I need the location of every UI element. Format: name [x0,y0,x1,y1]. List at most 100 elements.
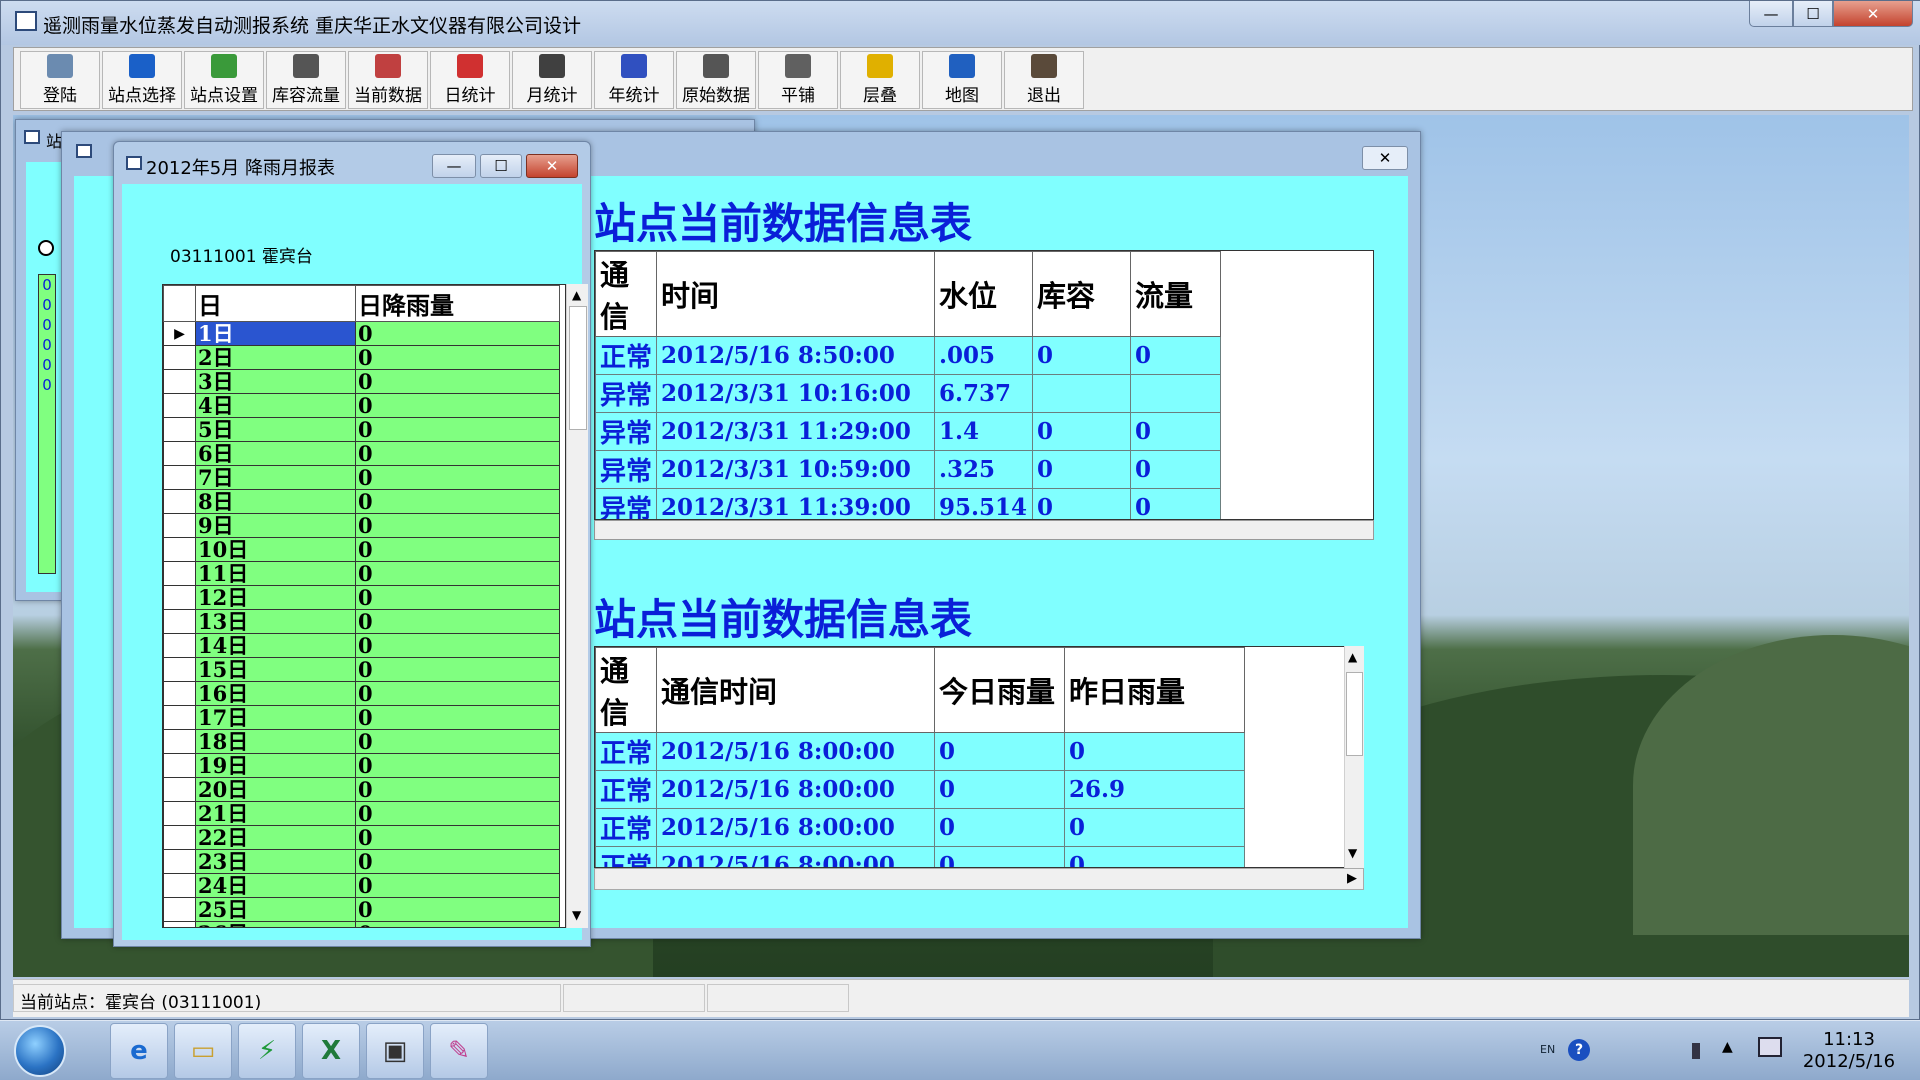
row-indicator[interactable] [163,417,196,442]
column-header[interactable]: 通信时间 [656,647,936,733]
row-indicator[interactable] [163,753,196,778]
row-indicator[interactable] [163,513,196,538]
taskbar-app[interactable]: ▭ [174,1023,232,1079]
usb-icon[interactable] [1692,1043,1700,1059]
table-row[interactable]: 15日 0 [163,657,560,682]
row-indicator[interactable] [163,825,196,850]
start-button[interactable] [14,1025,66,1077]
table-row[interactable]: 异常 2012/3/31 11:29:00 1.4 0 0 [595,412,1222,451]
toolbar-button-5[interactable]: 日统计 [430,51,510,109]
current-row-arrow-icon[interactable]: ▶ [163,321,196,346]
row-indicator[interactable] [163,609,196,634]
scroll-up-arrow-icon[interactable]: ▲ [572,288,581,302]
horizontal-scrollbar[interactable]: ▶ [594,868,1364,890]
row-indicator[interactable] [163,465,196,490]
table-row[interactable]: 正常 2012/5/16 8:50:00.005 0 0 [595,336,1222,375]
scroll-down-arrow-icon[interactable]: ▼ [572,908,581,922]
table-row[interactable]: 7日 0 [163,465,560,490]
clock[interactable]: 11:13 2012/5/16 [1784,1029,1914,1073]
table-row[interactable]: 8日 0 [163,489,560,514]
radio-button[interactable] [38,240,54,256]
table-row[interactable]: 正常 2012/5/16 8:00:00 0 26.9 [595,770,1246,809]
row-indicator[interactable] [163,777,196,802]
column-header[interactable]: 昨日雨量 [1064,647,1246,733]
row-indicator[interactable] [163,393,196,418]
row-indicator[interactable] [163,657,196,682]
row-indicator[interactable] [163,561,196,586]
toolbar-button-9[interactable]: 平铺 [758,51,838,109]
table-row[interactable]: 4日 0 [163,393,560,418]
daily-rainfall-table[interactable]: 日日降雨量 ▶ 1日 0 2日 0 3日 0 4日 0 5日 0 6日 0 7日 0 8日 0 9日 0 10日 0 11日… [162,284,566,928]
row-indicator[interactable] [163,897,196,922]
minimize-button[interactable]: — [1749,1,1793,27]
table-row[interactable]: 12日 0 [163,585,560,610]
table-row[interactable]: 11日 0 [163,561,560,586]
toolbar-button-11[interactable]: 地图 [922,51,1002,109]
table-row[interactable]: 19日 0 [163,753,560,778]
column-header[interactable]: 通信 [595,647,658,733]
toolbar-button-1[interactable]: 站点选择 [102,51,182,109]
row-indicator[interactable] [163,729,196,754]
table-row[interactable]: 9日 0 [163,513,560,538]
row-indicator[interactable] [163,921,196,927]
taskbar-app[interactable]: ✎ [430,1023,488,1079]
column-header[interactable]: 水位 [934,251,1034,337]
row-indicator[interactable] [163,537,196,562]
help-icon[interactable]: ? [1568,1039,1590,1061]
row-indicator[interactable] [163,369,196,394]
toolbar-button-2[interactable]: 站点设置 [184,51,264,109]
row-indicator[interactable] [163,681,196,706]
table-row[interactable]: 23日 0 [163,849,560,874]
taskbar-app[interactable]: ⚡ [238,1023,296,1079]
table-row[interactable]: 6日 0 [163,441,560,466]
column-header[interactable]: 库容 [1032,251,1132,337]
taskbar-app[interactable]: X [302,1023,360,1079]
table-row[interactable]: 14日 0 [163,633,560,658]
table-row[interactable]: 正常 2012/5/16 8:00:00 0 0 [595,732,1246,771]
toolbar-button-12[interactable]: 退出 [1004,51,1084,109]
row-indicator[interactable] [163,873,196,898]
table-row[interactable]: 16日 0 [163,681,560,706]
table-row[interactable]: 25日 0 [163,897,560,922]
language-indicator[interactable]: EN [1540,1043,1555,1056]
taskbar-app[interactable]: e [110,1023,168,1079]
close-button[interactable]: ✕ [526,154,578,178]
row-indicator[interactable] [163,633,196,658]
table-row[interactable]: 26日0 [163,921,560,927]
vertical-scrollbar[interactable]: ▲ ▼ [566,284,588,928]
table-row[interactable]: 13日 0 [163,609,560,634]
column-header[interactable]: 今日雨量 [934,647,1066,733]
table-row[interactable]: 正常 2012/5/16 8:00:00 0 0 [595,808,1246,847]
scroll-down-arrow-icon[interactable]: ▼ [1348,846,1357,860]
column-header[interactable]: 通信 [595,251,658,337]
maximize-button[interactable]: ☐ [1793,1,1833,27]
toolbar-button-6[interactable]: 月统计 [512,51,592,109]
toolbar-button-3[interactable]: 库容流量 [266,51,346,109]
close-button[interactable]: ✕ [1833,1,1913,27]
row-indicator[interactable] [163,489,196,514]
table-row[interactable]: 5日 0 [163,417,560,442]
table-row[interactable]: 20日 0 [163,777,560,802]
column-header[interactable]: 流量 [1130,251,1222,337]
row-indicator[interactable] [163,585,196,610]
table-row[interactable]: 3日 0 [163,369,560,394]
minimize-button[interactable]: — [432,154,476,178]
scroll-thumb[interactable] [1346,672,1363,756]
column-header[interactable]: 日 [195,285,356,322]
table-row[interactable]: 17日 0 [163,705,560,730]
vertical-scrollbar[interactable]: ▲ ▼ [1344,646,1364,868]
network-icon[interactable] [1758,1037,1782,1057]
row-indicator[interactable] [163,801,196,826]
row-indicator[interactable] [163,441,196,466]
table-row[interactable]: 正常 2012/5/16 8:00:00 0 0 [595,846,1246,867]
table-row[interactable]: 异常 2012/3/31 10:59:00.325 0 0 [595,450,1222,489]
toolbar-button-0[interactable]: 登陆 [20,51,100,109]
toolbar-button-4[interactable]: 当前数据 [348,51,428,109]
close-button[interactable]: ✕ [1362,146,1408,170]
table-row[interactable]: 异常 2012/3/31 10:16:00 6.737 [595,374,1222,413]
maximize-button[interactable]: ☐ [480,154,522,178]
scroll-right-arrow-icon[interactable]: ▶ [1347,871,1357,886]
row-indicator[interactable] [163,849,196,874]
scroll-thumb[interactable] [569,306,587,430]
table-row[interactable]: 24日 0 [163,873,560,898]
